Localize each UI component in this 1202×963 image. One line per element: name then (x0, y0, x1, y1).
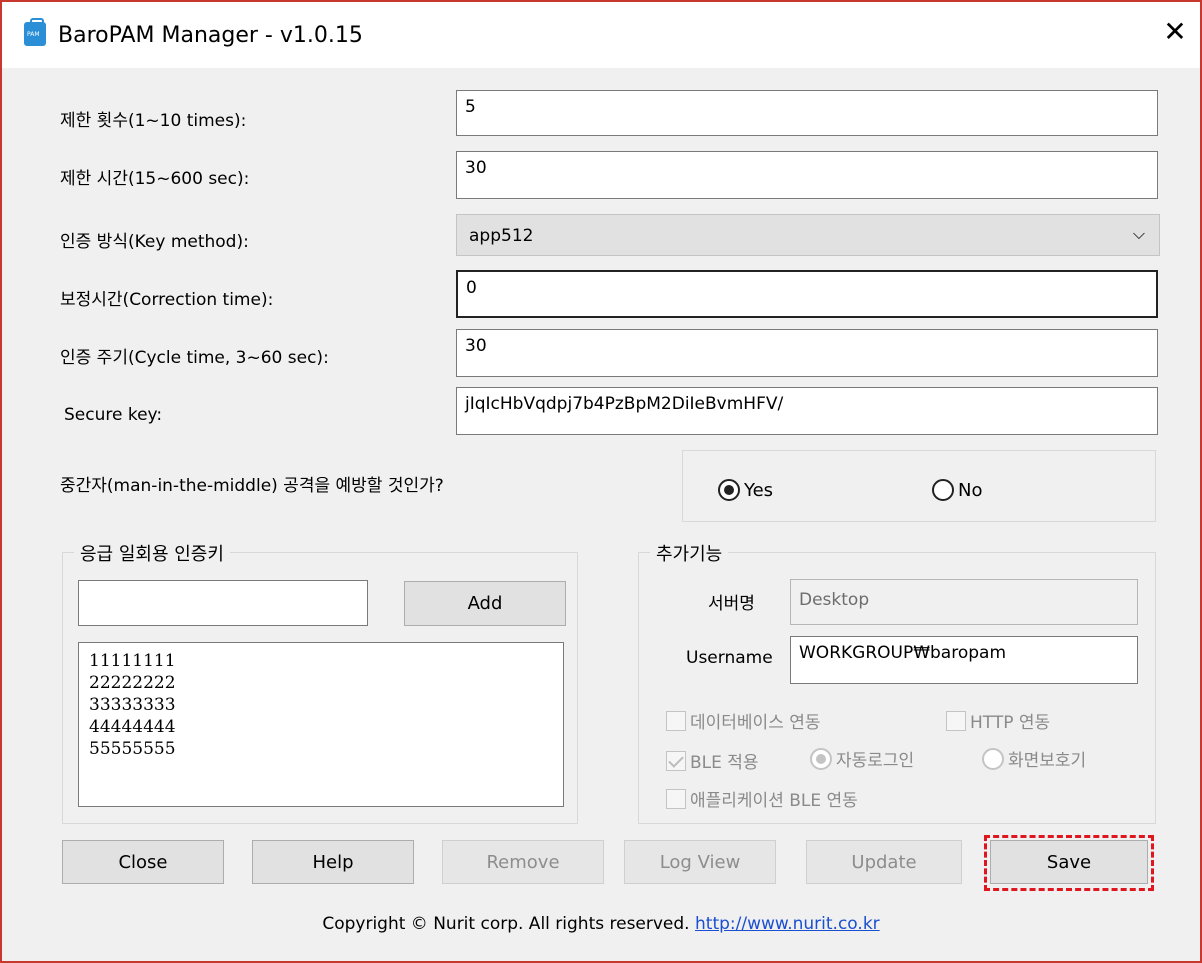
http-link-label: HTTP 연동 (970, 713, 1051, 733)
list-item[interactable]: 11111111 (89, 650, 553, 672)
copyright-text: Copyright © Nurit corp. All rights reser… (322, 914, 690, 934)
add-button[interactable]: Add (404, 581, 566, 626)
save-highlight-outline (984, 835, 1154, 891)
list-item[interactable]: 55555555 (89, 738, 553, 760)
radio-unselected-icon (932, 479, 954, 501)
mitm-question: 중간자(man-in-the-middle) 공격을 예방할 것인가? (60, 476, 444, 496)
screensaver-label: 화면보호기 (1008, 751, 1087, 771)
auto-login-radio[interactable]: 자동로그인 (810, 746, 914, 771)
close-icon[interactable]: ✕ (1160, 14, 1190, 50)
app-ble-label: 애플리케이션 BLE 연동 (690, 791, 858, 811)
window-title: BaroPAM Manager - v1.0.15 (58, 23, 363, 48)
cycle-time-label: 인증 주기(Cycle time, 3~60 sec): (60, 348, 329, 368)
key-method-label: 인증 방식(Key method): (60, 232, 249, 252)
list-item[interactable]: 44444444 (89, 716, 553, 738)
app-ble-checkbox[interactable]: 애플리케이션 BLE 연동 (666, 786, 858, 811)
remove-button[interactable]: Remove (442, 840, 604, 884)
checkbox-empty-icon (666, 710, 686, 731)
footer: Copyright © Nurit corp. All rights reser… (2, 914, 1200, 934)
radio-selected-icon (810, 747, 832, 770)
screensaver-radio[interactable]: 화면보호기 (982, 746, 1086, 771)
log-view-button[interactable]: Log View (624, 840, 776, 884)
auto-login-label: 자동로그인 (836, 751, 915, 771)
key-method-value: app512 (469, 226, 534, 246)
limit-time-input[interactable]: 30 (456, 151, 1158, 199)
mitm-yes-radio[interactable]: Yes (718, 479, 773, 501)
username-input[interactable]: WORKGROUP₩baropam (790, 636, 1138, 684)
username-label: Username (686, 648, 773, 668)
correction-time-label: 보정시간(Correction time): (60, 290, 274, 310)
update-button[interactable]: Update (806, 840, 962, 884)
secure-key-input[interactable]: jIqIcHbVqdpj7b4PzBpM2DiIeBvmHFV/ (456, 387, 1158, 435)
limit-time-label: 제한 시간(15~600 sec): (60, 169, 250, 189)
extra-features-group-title: 추가기능 (650, 540, 729, 566)
radio-selected-icon (718, 479, 740, 501)
checkbox-empty-icon (666, 788, 686, 809)
list-item[interactable]: 22222222 (89, 672, 553, 694)
server-name-label: 서버명 (708, 594, 755, 614)
limit-count-label: 제한 횟수(1~10 times): (60, 111, 247, 131)
key-method-select[interactable]: app512 ⌵ (456, 214, 1160, 256)
checkbox-checked-icon (666, 750, 686, 771)
ble-apply-checkbox[interactable]: BLE 적용 (666, 748, 759, 773)
list-item[interactable]: 33333333 (89, 694, 553, 716)
mitm-no-radio[interactable]: No (932, 479, 982, 501)
baropam-manager-window: PAM BaroPAM Manager - v1.0.15 ✕ 제한 횟수(1~… (0, 0, 1202, 963)
emergency-key-list[interactable]: 11111111 22222222 33333333 44444444 5555… (78, 642, 564, 807)
secure-key-label: Secure key: (64, 405, 163, 425)
http-link-checkbox[interactable]: HTTP 연동 (946, 708, 1050, 733)
help-button[interactable]: Help (252, 840, 414, 884)
server-name-input: Desktop (790, 579, 1138, 625)
mitm-yes-label: Yes (744, 479, 774, 501)
limit-count-input[interactable]: 5 (456, 90, 1158, 136)
checkbox-empty-icon (946, 710, 966, 731)
app-icon: PAM (24, 18, 46, 46)
radio-unselected-icon (982, 747, 1004, 770)
cycle-time-input[interactable]: 30 (456, 329, 1158, 377)
db-link-label: 데이터베이스 연동 (690, 713, 821, 733)
emergency-key-group-title: 응급 일회용 인증키 (74, 540, 230, 566)
website-link[interactable]: http://www.nurit.co.kr (695, 914, 880, 934)
emergency-key-input[interactable] (78, 580, 368, 626)
chevron-down-icon: ⌵ (1132, 224, 1145, 243)
mitm-no-label: No (958, 479, 983, 501)
title-bar: PAM BaroPAM Manager - v1.0.15 ✕ (2, 2, 1200, 68)
db-link-checkbox[interactable]: 데이터베이스 연동 (666, 708, 821, 733)
close-button[interactable]: Close (62, 840, 224, 884)
ble-apply-label: BLE 적용 (690, 753, 759, 773)
correction-time-input[interactable]: 0 (456, 270, 1158, 318)
